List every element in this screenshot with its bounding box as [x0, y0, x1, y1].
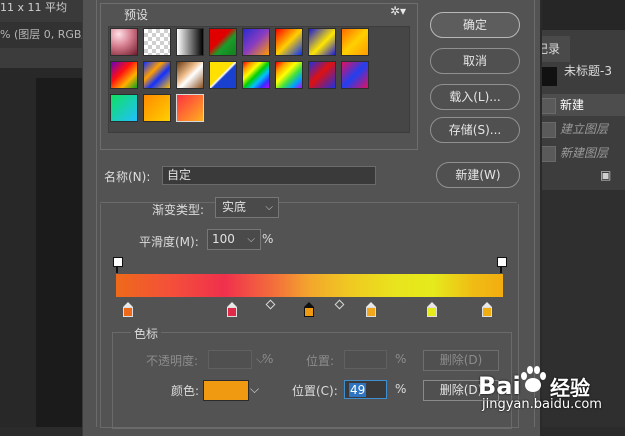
paw-icon — [521, 366, 546, 392]
location-input[interactable]: 49 — [344, 380, 387, 399]
history-snapshot-thumbnail[interactable] — [540, 67, 557, 86]
opacity-stop-right[interactable] — [497, 257, 507, 273]
location-label: 位置(C): — [292, 384, 338, 398]
name-input[interactable]: 自定 — [162, 166, 376, 185]
preset-swatch[interactable] — [110, 28, 138, 56]
ok-button[interactable]: 确定 — [430, 12, 520, 38]
chevron-down-icon: ⌵ — [247, 234, 255, 245]
opacity-location-label: 位置: — [306, 354, 335, 368]
preset-swatch[interactable] — [242, 28, 270, 56]
chevron-down-icon: ⌵ — [265, 202, 273, 213]
opacity-location-input[interactable] — [344, 350, 387, 369]
location-unit: % — [395, 382, 407, 396]
gradient-preview-bar[interactable] — [116, 274, 503, 297]
preset-swatch[interactable] — [143, 61, 171, 89]
preset-swatch[interactable] — [176, 61, 204, 89]
preset-swatch[interactable] — [209, 61, 237, 89]
preset-swatch[interactable] — [341, 61, 369, 89]
preset-swatch[interactable] — [110, 94, 138, 122]
color-label: 颜色: — [171, 384, 200, 398]
color-stop-selected[interactable] — [304, 302, 315, 317]
color-stop[interactable] — [482, 302, 493, 317]
preset-swatch[interactable] — [308, 61, 336, 89]
presets-title: 预设 — [124, 8, 149, 22]
baidu-logo: Bai — [478, 372, 521, 400]
history-snapshot-title: 未标题-3 — [564, 64, 612, 78]
name-label: 名称(N): — [104, 170, 151, 184]
preset-swatch[interactable] — [110, 61, 138, 89]
preset-swatch[interactable] — [308, 28, 336, 56]
color-stop[interactable] — [366, 302, 377, 317]
preset-swatch[interactable] — [176, 94, 204, 122]
opacity-label: 不透明度: — [146, 354, 199, 368]
opacity-unit: % — [262, 352, 274, 366]
load-button[interactable]: 载入(L)... — [430, 84, 520, 110]
preset-swatch[interactable] — [275, 28, 303, 56]
opacity-location-unit: % — [395, 352, 407, 366]
opacity-input[interactable] — [208, 350, 252, 369]
cancel-button[interactable]: 取消 — [430, 48, 520, 74]
preset-swatch[interactable] — [341, 28, 369, 56]
opacity-delete-button[interactable]: 删除(D) — [423, 350, 499, 371]
color-stop[interactable] — [227, 302, 238, 317]
camera-icon[interactable]: ▣ — [600, 168, 611, 182]
preset-swatch[interactable] — [143, 28, 171, 56]
gradient-type-select[interactable]: 实底 ⌵ — [215, 197, 279, 218]
history-item[interactable]: 新建图层 — [540, 142, 625, 164]
new-gradient-button[interactable]: 新建(W) — [436, 162, 520, 188]
opacity-stop-left[interactable] — [113, 257, 123, 273]
preset-swatch[interactable] — [176, 28, 204, 56]
watermark-url: jingyan.baidu.com — [482, 397, 602, 412]
smoothness-input[interactable]: 100 ⌵ — [207, 229, 261, 250]
chevron-down-icon[interactable]: ⌵ — [250, 382, 259, 397]
color-stops-title: 色标 — [131, 325, 162, 342]
smoothness-label: 平滑度(M): — [139, 235, 199, 249]
history-item[interactable]: 新建 — [540, 94, 625, 116]
preset-swatch[interactable] — [242, 61, 270, 89]
color-swatch[interactable] — [203, 380, 249, 401]
save-button[interactable]: 存储(S)... — [430, 117, 520, 143]
color-stop[interactable] — [427, 302, 438, 317]
history-panel-tab[interactable]: 记录 — [540, 36, 570, 62]
preset-swatch[interactable] — [209, 28, 237, 56]
preset-swatch[interactable] — [275, 61, 303, 89]
gradient-type-label: 渐变类型: — [152, 203, 205, 217]
history-item[interactable]: 建立图层 — [540, 118, 625, 140]
preset-swatch[interactable] — [143, 94, 171, 122]
color-stop[interactable] — [123, 302, 134, 317]
smoothness-unit: % — [262, 232, 274, 246]
gear-icon[interactable]: ✲▾ — [390, 4, 406, 18]
